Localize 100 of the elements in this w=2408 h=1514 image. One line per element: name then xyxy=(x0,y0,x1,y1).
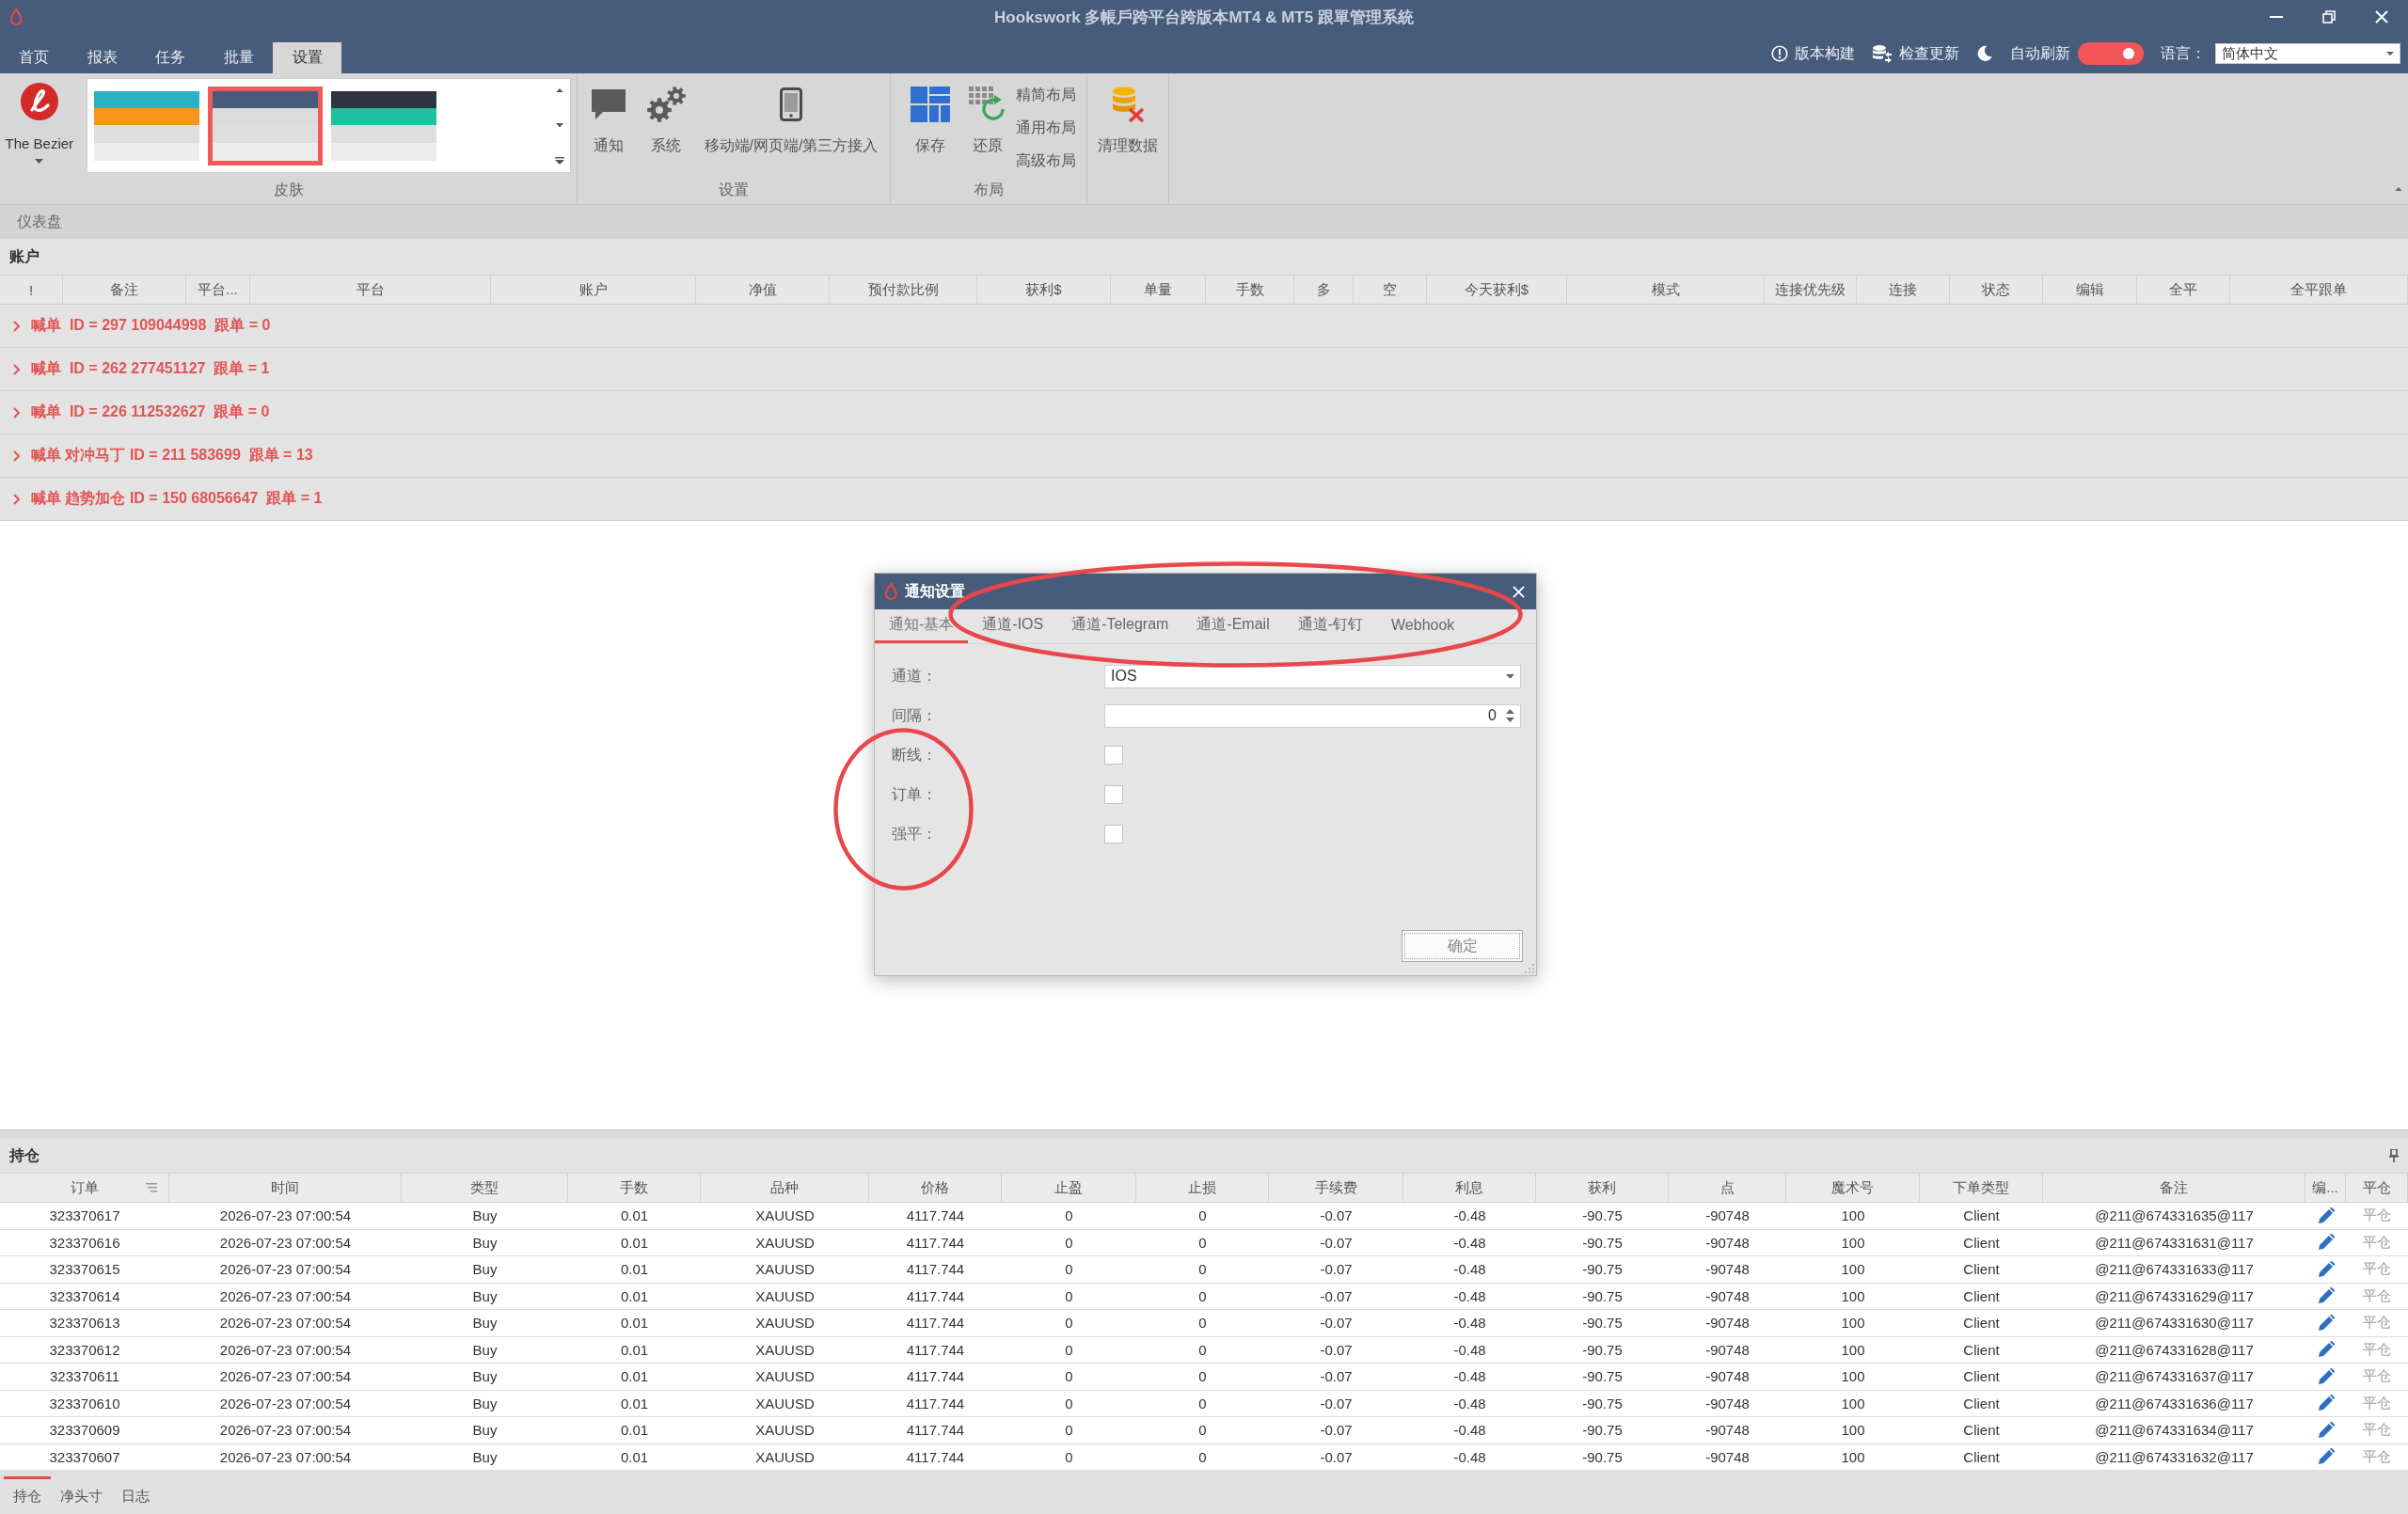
column-header: 获利$ xyxy=(1025,280,1062,299)
column-header: 平仓 xyxy=(2362,1178,2391,1197)
pencil-icon[interactable] xyxy=(2317,1367,2335,1385)
pencil-icon[interactable] xyxy=(2317,1341,2335,1359)
account-group-row[interactable]: 喊单 ID = 262 277451127 跟单 = 1 xyxy=(0,348,2408,391)
skin-swatch[interactable] xyxy=(207,87,323,166)
close-position-link[interactable]: 平仓 xyxy=(2346,1364,2408,1390)
pencil-icon[interactable] xyxy=(2317,1448,2335,1466)
chevron-right-icon[interactable] xyxy=(13,493,21,505)
ribbon-button[interactable]: 系统 xyxy=(636,73,695,156)
language-select[interactable]: 简体中文 xyxy=(2215,43,2400,64)
checkbox[interactable] xyxy=(1104,746,1123,765)
ribbon-button[interactable]: 清理数据 xyxy=(1088,73,1167,156)
layout-option[interactable]: 精简布局 xyxy=(1016,83,1076,107)
table-cell-text: Client xyxy=(1962,1421,2001,1441)
pencil-icon[interactable] xyxy=(2317,1314,2335,1332)
ok-button[interactable]: 确定 xyxy=(1402,930,1523,962)
dialog-tab[interactable]: 通道-Email xyxy=(1182,609,1284,643)
channel-select[interactable]: IOS xyxy=(1104,664,1521,688)
table-cell-text: 2026-07-23 07:00:54 xyxy=(218,1394,353,1413)
table-cell-text: -0.48 xyxy=(1452,1340,1487,1360)
column-header: 平台 xyxy=(356,280,385,299)
column-header: 类型 xyxy=(470,1178,499,1197)
close-position-link[interactable]: 平仓 xyxy=(2346,1256,2408,1283)
dialog-tab[interactable]: 通道-钉钉 xyxy=(1283,609,1378,643)
column-header: 手续费 xyxy=(1314,1178,1357,1197)
bottom-tab[interactable]: 净头寸 xyxy=(51,1476,112,1514)
table-cell-text: -0.48 xyxy=(1452,1421,1487,1441)
phone-icon xyxy=(780,87,802,121)
chevron-right-icon[interactable] xyxy=(13,449,21,462)
app-logo-icon xyxy=(9,8,24,25)
restore-window-icon[interactable] xyxy=(2322,10,2336,24)
ribbon-button[interactable]: 保存 xyxy=(901,73,959,156)
database-delete-icon xyxy=(1111,87,1145,122)
bottom-tab[interactable]: 日志 xyxy=(112,1476,159,1514)
account-group-row[interactable]: 喊单 ID = 297 109044998 跟单 = 0 xyxy=(0,305,2408,348)
table-cell-text: -0.07 xyxy=(1319,1394,1354,1413)
ribbon-button[interactable]: 通知 xyxy=(579,73,637,156)
close-icon[interactable] xyxy=(2375,10,2388,24)
pencil-icon[interactable] xyxy=(2317,1260,2335,1278)
chevron-right-icon[interactable] xyxy=(13,406,21,418)
table-cell-text: -0.07 xyxy=(1319,1421,1354,1441)
version-build-button[interactable]: 版本构建 xyxy=(1771,43,1855,64)
table-cell-text: Buy xyxy=(471,1447,499,1467)
close-position-link[interactable]: 平仓 xyxy=(2346,1390,2408,1416)
column-header: 下单类型 xyxy=(1953,1178,2009,1197)
moon-icon[interactable] xyxy=(1976,45,1993,62)
ribbon-button[interactable]: 移动端/网页端/第三方接入 xyxy=(694,73,888,156)
resize-grip-icon[interactable] xyxy=(1525,964,1534,973)
layout-option[interactable]: 通用布局 xyxy=(1016,116,1076,140)
table-cell-text: Client xyxy=(1962,1314,2001,1333)
close-icon[interactable] xyxy=(1513,585,1525,598)
menu-tab[interactable]: 报表 xyxy=(68,42,137,73)
menu-tab[interactable]: 设置 xyxy=(273,42,341,73)
account-group-row[interactable]: 喊单 ID = 226 112532627 跟单 = 0 xyxy=(0,391,2408,434)
gallery-more-icon[interactable] xyxy=(555,157,564,165)
column-header: 编辑 xyxy=(2075,280,2104,299)
account-group-row[interactable]: 喊单 对冲马丁 ID = 211 583699 跟单 = 13 xyxy=(0,434,2408,478)
pin-icon[interactable] xyxy=(2389,1149,2399,1162)
chevron-right-icon[interactable] xyxy=(13,363,21,375)
table-cell-text: 0 xyxy=(1064,1233,1074,1253)
menu-tab[interactable]: 任务 xyxy=(136,42,205,73)
check-update-button[interactable]: 检查更新 xyxy=(1872,43,1959,64)
dialog-tab[interactable]: Webhook xyxy=(1377,609,1469,643)
menu-tab[interactable]: 批量 xyxy=(204,42,274,73)
pencil-icon[interactable] xyxy=(2317,1287,2335,1305)
table-cell-text: @211@674331629@117 xyxy=(2094,1286,2255,1306)
close-position-link[interactable]: 平仓 xyxy=(2346,1229,2408,1255)
table-cell-text: Client xyxy=(1962,1367,2001,1387)
auto-refresh-toggle[interactable] xyxy=(2078,42,2144,65)
caret-down-icon xyxy=(2386,51,2394,56)
bottom-tab[interactable]: 持仓 xyxy=(4,1476,51,1514)
close-position-link[interactable]: 平仓 xyxy=(2346,1417,2408,1443)
pencil-icon[interactable] xyxy=(2317,1395,2335,1412)
table-cell-text: Buy xyxy=(471,1314,499,1333)
table-cell-text: XAUUSD xyxy=(754,1233,816,1253)
close-position-link[interactable]: 平仓 xyxy=(2346,1336,2408,1363)
pencil-icon[interactable] xyxy=(2317,1206,2335,1224)
close-position-link[interactable]: 平仓 xyxy=(2346,1203,2408,1229)
table-cell-text: 0.01 xyxy=(619,1286,650,1306)
menu-tab[interactable]: 首页 xyxy=(0,42,69,73)
table-cell-text: 4117.744 xyxy=(905,1233,966,1253)
dialog-tab[interactable]: 通道-IOS xyxy=(968,609,1058,643)
table-cell-text: -0.48 xyxy=(1452,1233,1487,1253)
checkbox[interactable] xyxy=(1104,785,1123,804)
checkbox[interactable] xyxy=(1104,825,1123,844)
pencil-icon[interactable] xyxy=(2317,1234,2335,1252)
theme-button[interactable]: The Bezier xyxy=(0,73,79,164)
close-position-link[interactable]: 平仓 xyxy=(2346,1283,2408,1309)
dialog-tab[interactable]: 通道-Telegram xyxy=(1057,609,1183,643)
pencil-icon[interactable] xyxy=(2317,1421,2335,1439)
table-cell-text: 4117.744 xyxy=(905,1260,966,1280)
close-position-link[interactable]: 平仓 xyxy=(2346,1310,2408,1336)
interval-spin-field[interactable]: 0 xyxy=(1104,703,1521,728)
close-position-link[interactable]: 平仓 xyxy=(2346,1443,2408,1470)
spinner-arrows-icon[interactable] xyxy=(1506,708,1514,723)
account-group-row[interactable]: 喊单 趋势加仓 ID = 150 68056647 跟单 = 1 xyxy=(0,478,2408,521)
ribbon-button[interactable]: 还原 xyxy=(959,73,1016,156)
chevron-right-icon[interactable] xyxy=(13,320,21,332)
layout-option[interactable]: 高级布局 xyxy=(1016,149,1076,173)
